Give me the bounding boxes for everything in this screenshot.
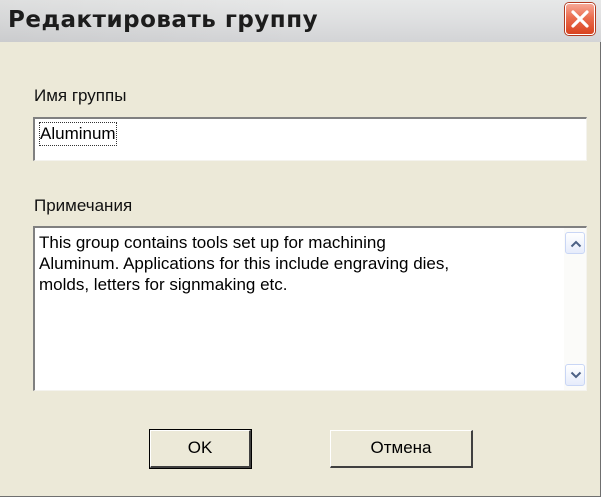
close-icon [571,10,589,28]
notes-text: This group contains tools set up for mac… [39,233,450,294]
group-name-input[interactable]: Aluminum [33,117,587,161]
chevron-down-icon [570,371,582,379]
notes-textarea[interactable]: This group contains tools set up for mac… [33,226,587,391]
edit-group-dialog: Редактировать группу Имя группы Aluminum… [0,0,601,497]
ok-button[interactable]: OK [149,429,252,469]
group-name-label: Имя группы [34,86,127,105]
chevron-up-icon [570,240,582,248]
scroll-down-button[interactable] [565,364,585,386]
group-name-value: Aluminum [39,122,117,146]
close-button[interactable] [565,3,595,35]
cancel-button[interactable]: Отмена [330,430,473,468]
vertical-scrollbar[interactable] [564,228,586,390]
title-bar[interactable]: Редактировать группу [0,0,601,42]
dialog-title: Редактировать группу [8,7,319,33]
scroll-up-button[interactable] [565,232,585,254]
notes-label: Примечания [34,196,133,215]
